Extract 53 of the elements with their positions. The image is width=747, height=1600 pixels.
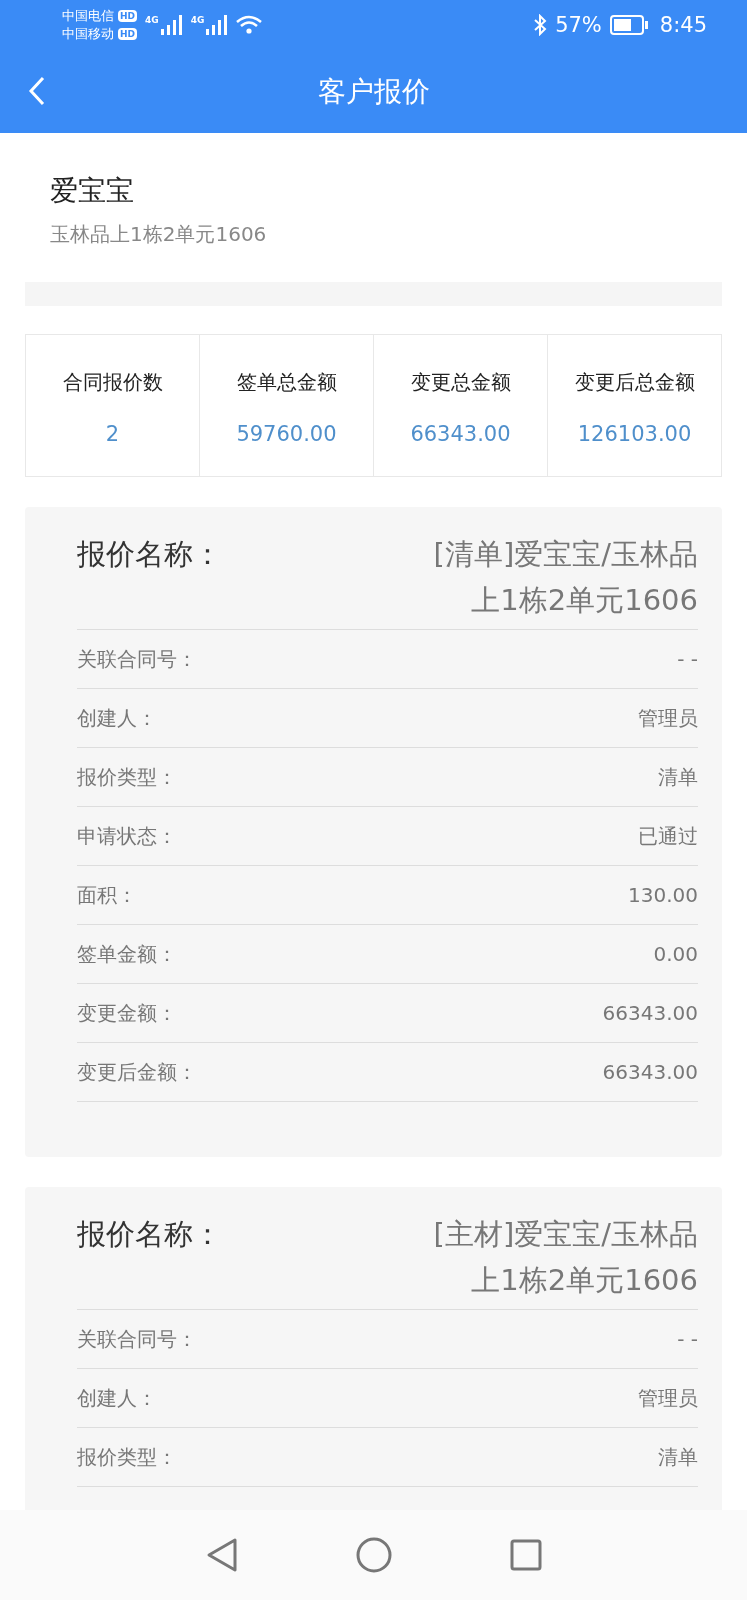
field-value: 管理员 xyxy=(638,1384,698,1412)
field-value: 66343.00 xyxy=(602,1001,698,1025)
stat-value: 59760.00 xyxy=(236,422,337,446)
signal-icon xyxy=(160,15,183,35)
field-label: 面积： xyxy=(77,881,137,909)
field-label: 变更后金额： xyxy=(77,1058,197,1086)
field-label: 创建人： xyxy=(77,1384,157,1412)
field-label: 关联合同号： xyxy=(77,645,197,673)
field-value: 0.00 xyxy=(653,942,698,966)
field-label: 报价类型： xyxy=(77,763,177,791)
stat-label: 变更后总金额 xyxy=(574,369,695,396)
field-label: 变更金额： xyxy=(77,999,177,1027)
quote-name-label: 报价名称： xyxy=(77,1216,222,1253)
stat-label: 变更总金额 xyxy=(410,369,511,396)
field-label: 签单金额： xyxy=(77,940,177,968)
stat-label: 签单总金额 xyxy=(236,369,337,396)
recent-apps-icon[interactable] xyxy=(509,1539,542,1571)
clock: 8:45 xyxy=(659,13,707,37)
battery-percent: 57% xyxy=(555,13,602,37)
network-label: 4G xyxy=(145,15,159,25)
battery-icon xyxy=(609,15,648,35)
signal-icon xyxy=(206,15,229,35)
stat-value: 66343.00 xyxy=(410,422,511,446)
field-value: 清单 xyxy=(658,1443,698,1471)
field-label: 关联合同号： xyxy=(77,1325,197,1353)
field-label: 申请状态： xyxy=(77,822,177,850)
bluetooth-icon xyxy=(533,14,548,36)
hd-badge: HD xyxy=(118,28,137,40)
carrier-name: 中国电信 xyxy=(62,7,114,25)
network-label: 4G xyxy=(190,15,205,25)
stat-value: 2 xyxy=(105,422,120,446)
customer-address: 玉林品上1栋2单元1606 xyxy=(50,221,268,248)
field-value: 66343.00 xyxy=(602,1060,698,1084)
quote-name-value: [清单]爱宝宝/玉林品上1栋2单元1606 xyxy=(432,536,698,619)
stat-value: 126103.00 xyxy=(577,422,692,446)
wifi-icon xyxy=(236,15,263,35)
field-value: 管理员 xyxy=(638,704,698,732)
home-icon[interactable] xyxy=(355,1537,392,1573)
hd-badge: HD xyxy=(118,10,137,22)
field-value: - - xyxy=(677,647,698,671)
field-label: 报价类型： xyxy=(77,1443,177,1471)
stat-label: 合同报价数 xyxy=(62,369,163,396)
quote-name-label: 报价名称： xyxy=(77,536,222,573)
carrier-name: 中国移动 xyxy=(62,25,114,43)
field-value: - - xyxy=(677,1327,698,1351)
field-value: 130.00 xyxy=(628,883,698,907)
field-label: 创建人： xyxy=(77,704,157,732)
page-title: 客户报价 xyxy=(317,73,430,110)
back-icon[interactable] xyxy=(205,1537,238,1573)
quote-name-value: [主材]爱宝宝/玉林品上1栋2单元1606 xyxy=(432,1216,698,1299)
field-value: 已通过 xyxy=(638,822,698,850)
field-value: 清单 xyxy=(658,763,698,791)
customer-name: 爱宝宝 xyxy=(50,173,135,209)
